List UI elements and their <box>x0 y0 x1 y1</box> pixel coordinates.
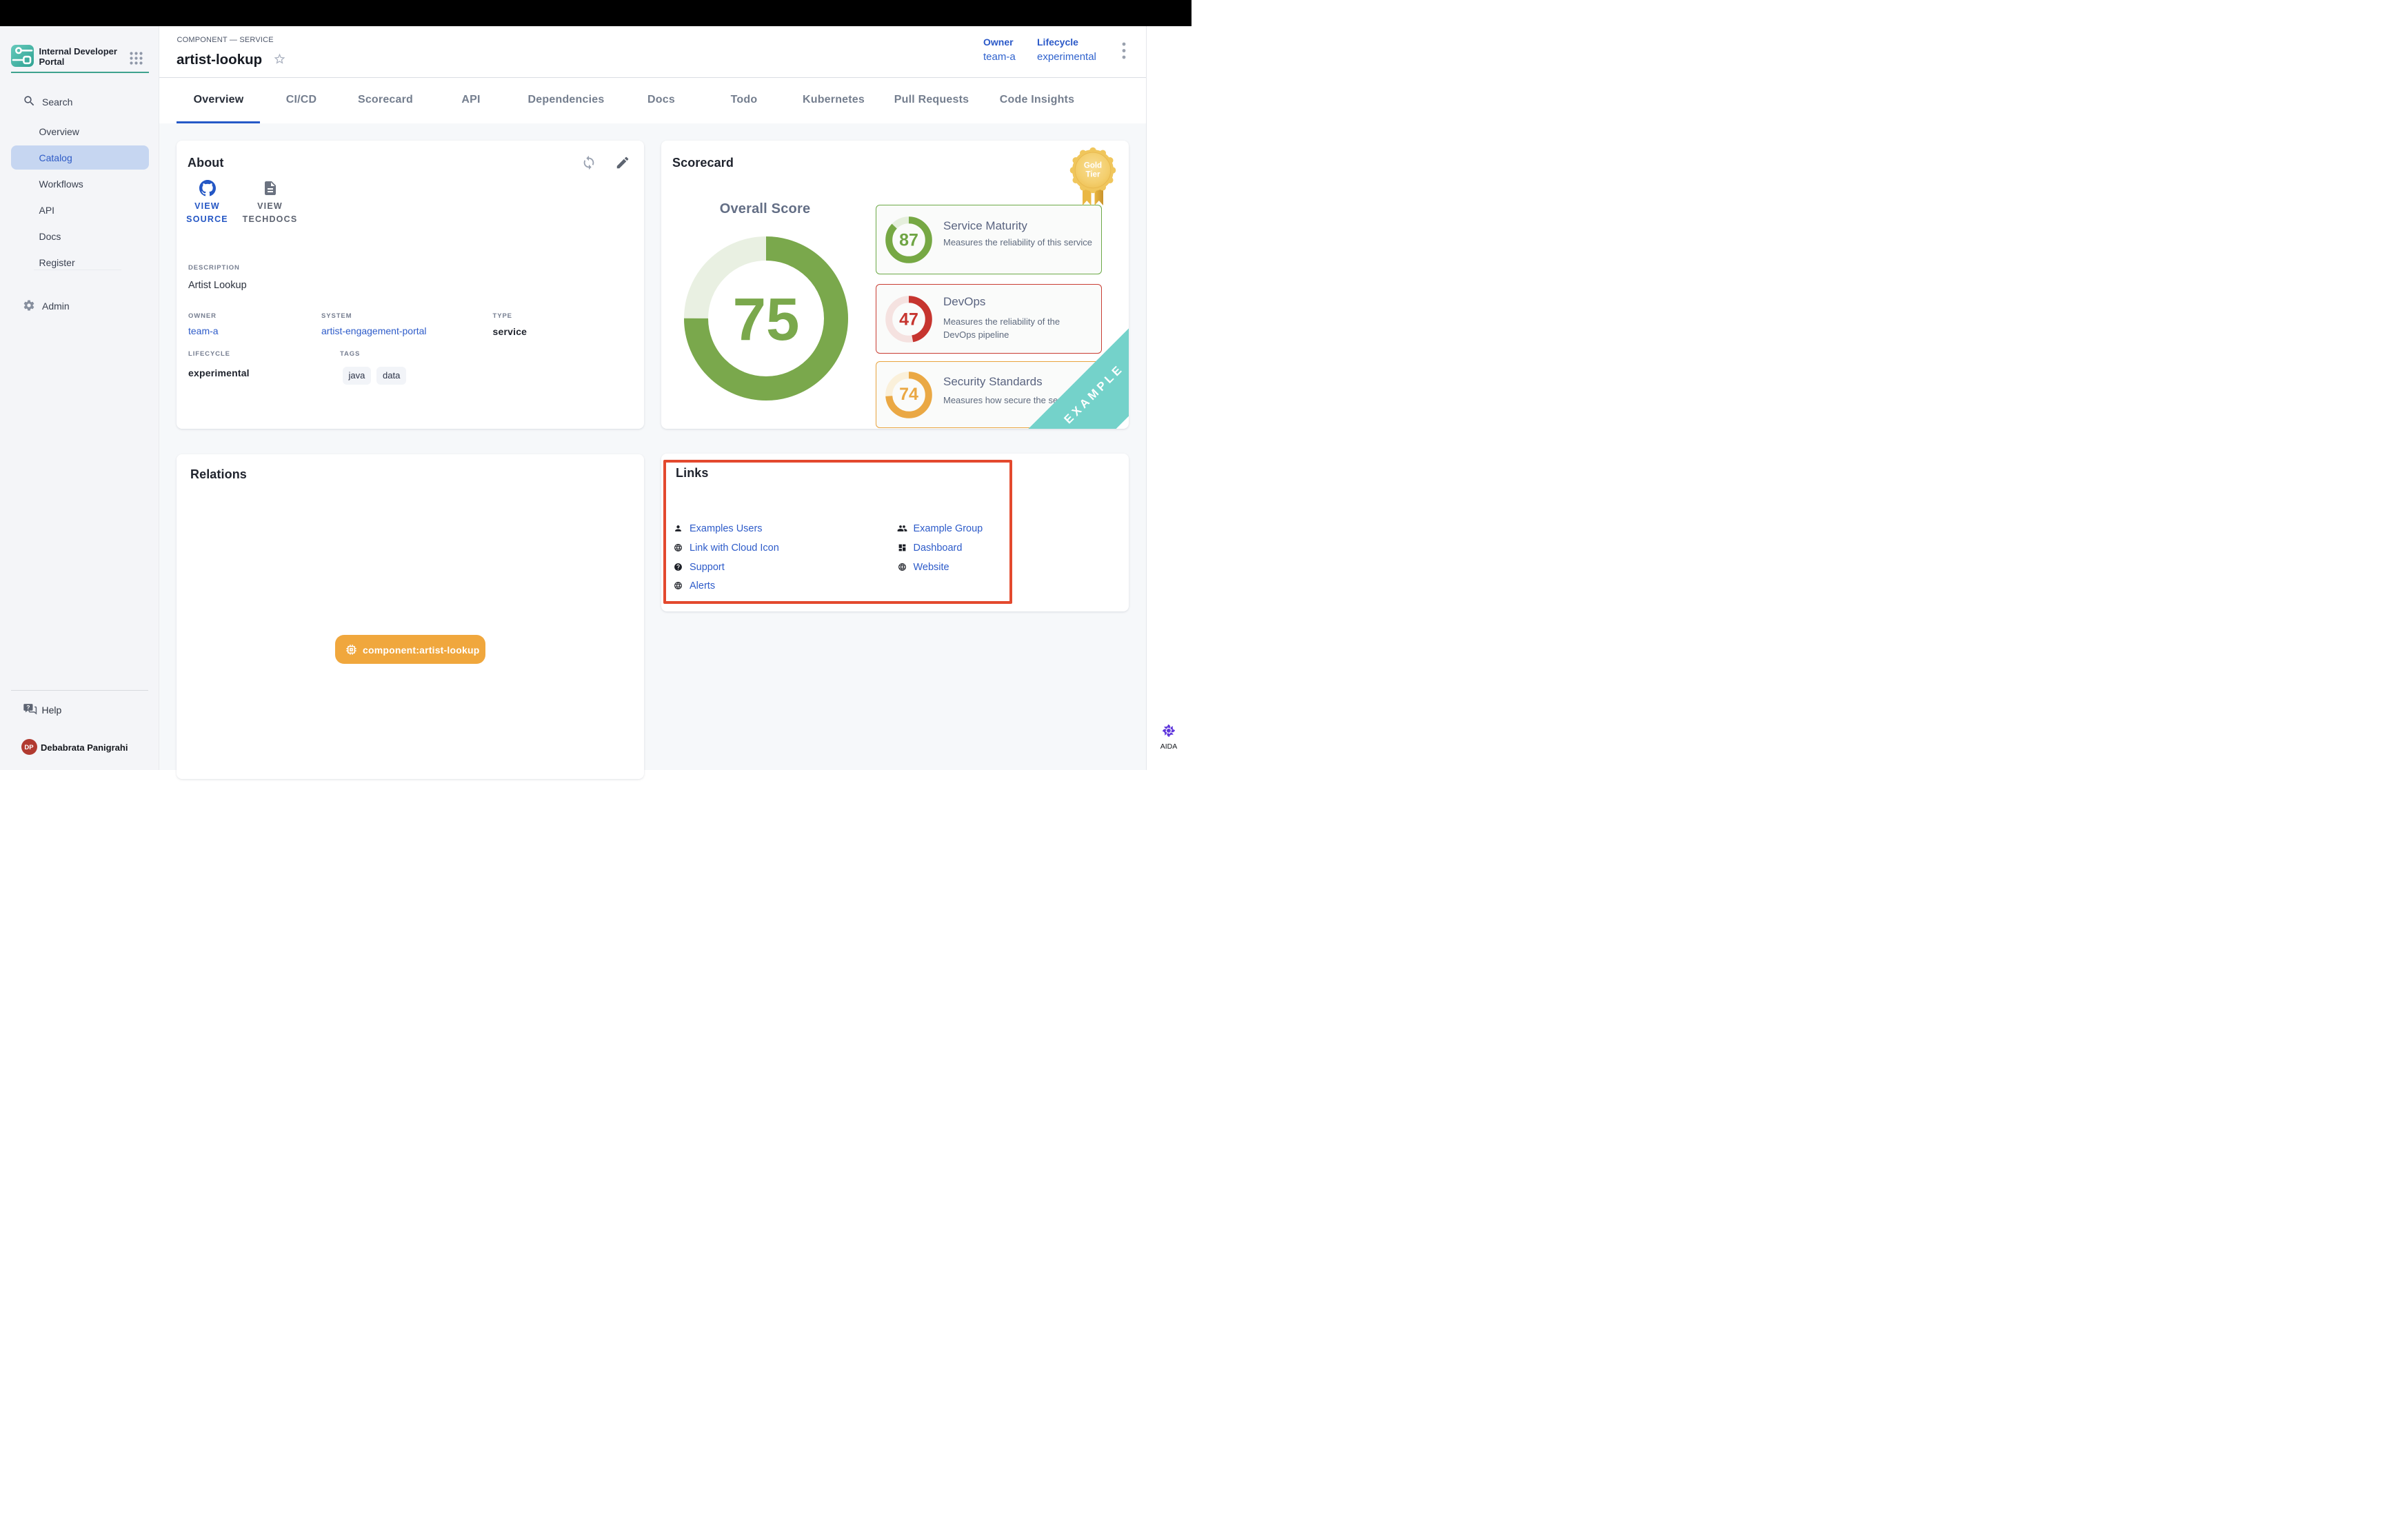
svg-text:Gold: Gold <box>1083 162 1101 170</box>
svg-text:?: ? <box>26 705 30 711</box>
svg-text:87: 87 <box>899 231 918 250</box>
svg-text:74: 74 <box>899 385 918 404</box>
svg-text:Tier: Tier <box>1085 171 1100 179</box>
svg-text:75: 75 <box>732 286 799 353</box>
svg-text:47: 47 <box>899 310 918 330</box>
